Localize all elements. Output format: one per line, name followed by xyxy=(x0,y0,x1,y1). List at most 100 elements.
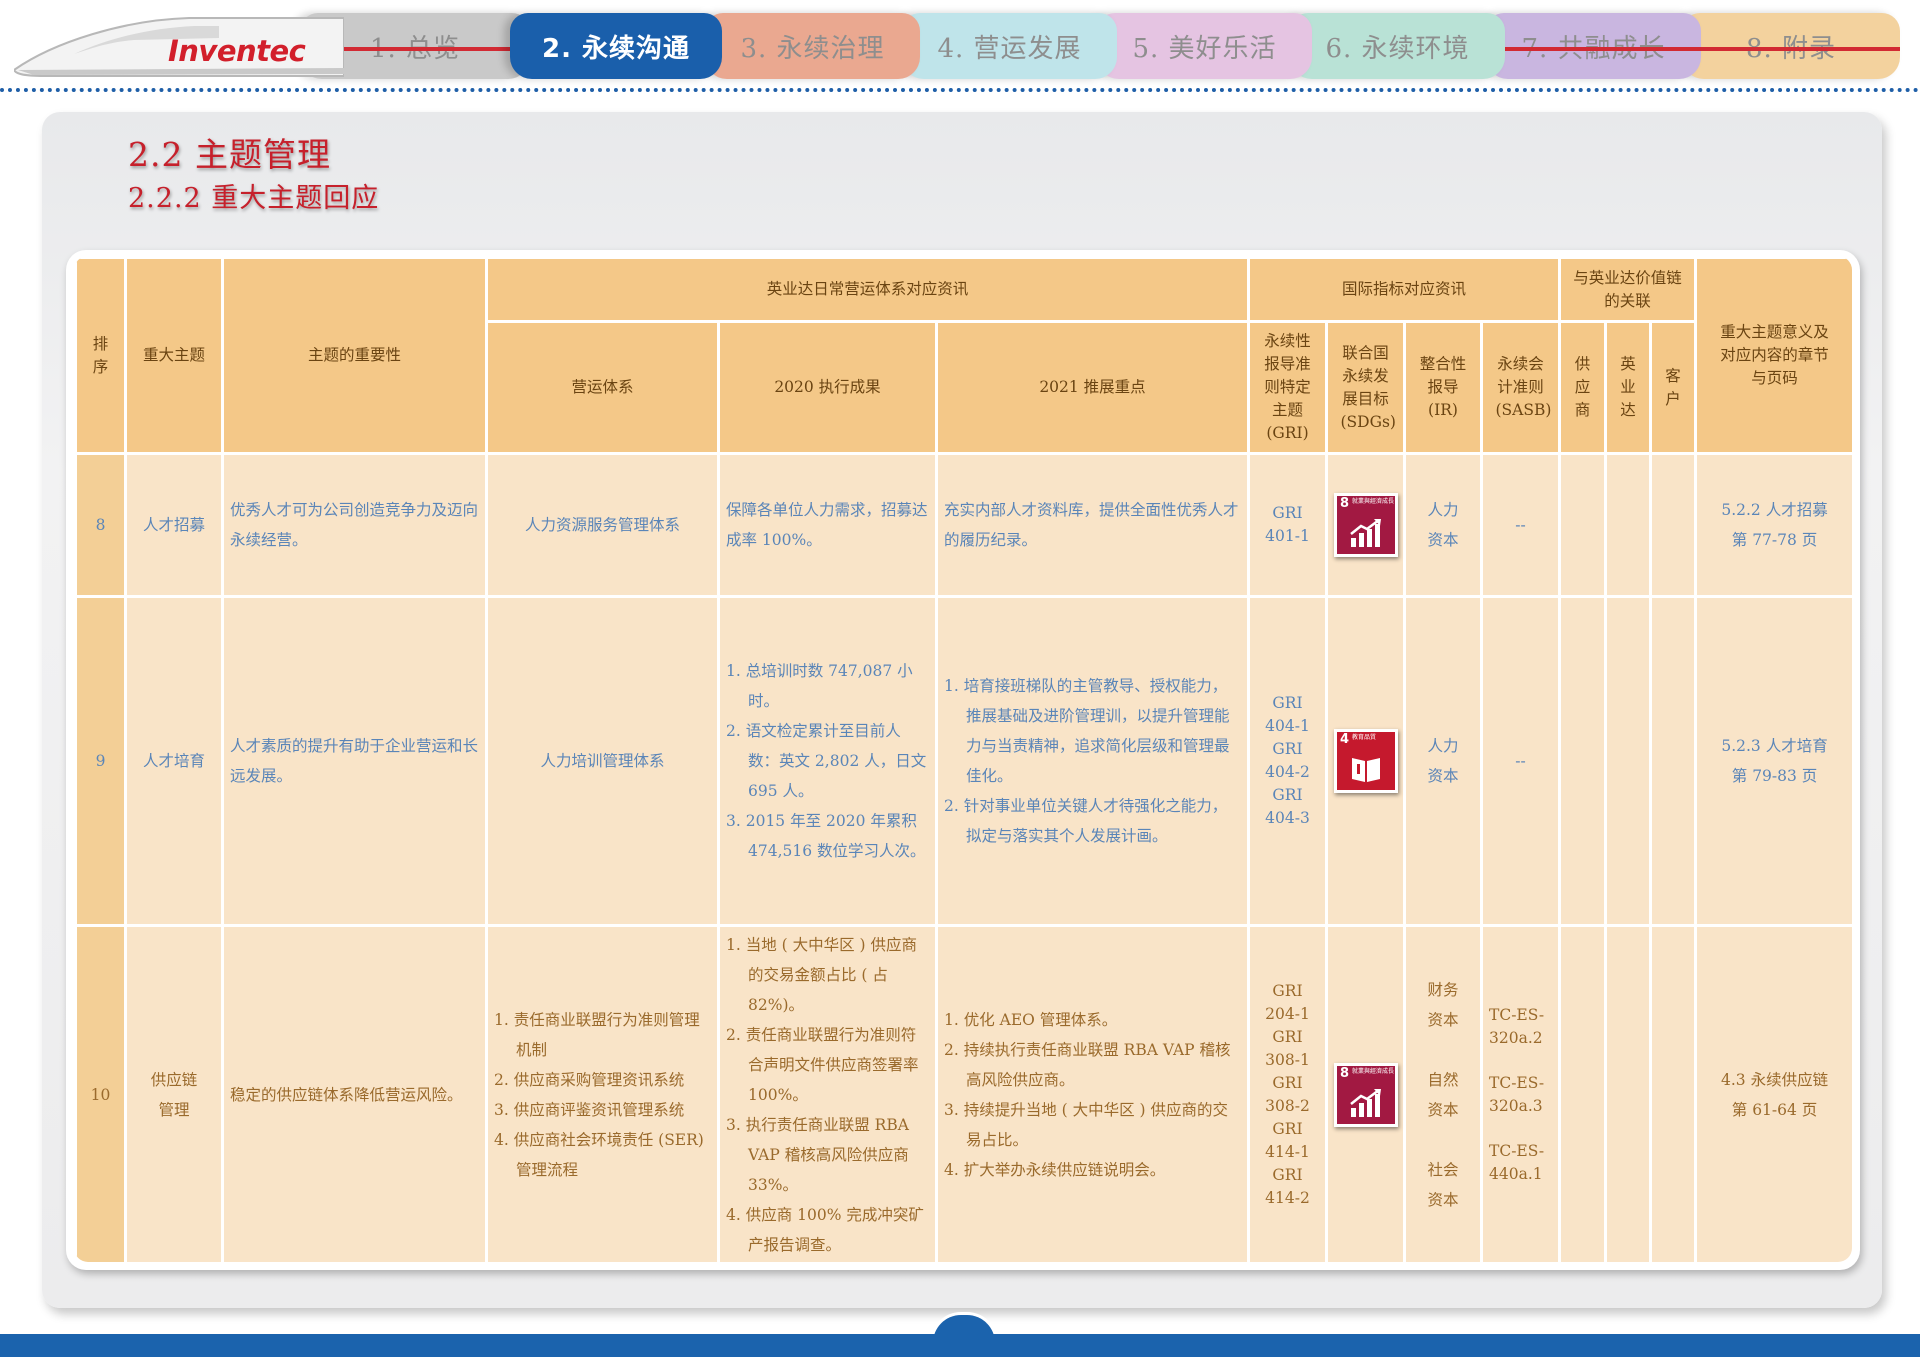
sasb-cell: -- xyxy=(1479,452,1562,598)
results-2020-list: 1. 总培训时数 747,087 小时。 2. 语文检定累计至目前人数：英文 2… xyxy=(726,656,929,866)
header-customer: 客户 xyxy=(1649,320,1698,455)
system-list: 1. 责任商业联盟行为准则管理机制 2. 供应商采购管理资讯系统 3. 供应商评… xyxy=(494,1005,711,1185)
sdg-cell: 8 就業與經濟成長 xyxy=(1325,452,1406,598)
gri-code: 204-1 xyxy=(1265,1004,1310,1023)
header-chapter: 重大主题意义及对应内容的章节与页码 xyxy=(1694,256,1852,455)
sasb-code: 320a.3 xyxy=(1489,1096,1543,1115)
ir-item: 资本 xyxy=(1427,1190,1459,1209)
growth-chart-icon xyxy=(1350,519,1381,547)
chapter-cell: 5.2.2 人才招募 第 77-78 页 xyxy=(1694,452,1852,598)
header-group-international: 国际指标对应资讯 xyxy=(1246,256,1562,323)
header-gri: 永续性报导准则特定主题(GRI) xyxy=(1247,320,1328,455)
material-topics-table: 排序 重大主题 主题的重要性 英业达日常营运体系对应资讯 国际指标对应资讯 与英… xyxy=(74,256,1852,1262)
material-topics-table-wrapper: 排序 重大主题 主题的重要性 英业达日常营运体系对应资讯 国际指标对应资讯 与英… xyxy=(74,256,1852,1262)
dotted-divider xyxy=(0,88,1920,92)
chapter-pages: 第 79-83 页 xyxy=(1731,767,1818,785)
header-operating-system: 营运体系 xyxy=(485,320,720,455)
gri-code: GRI xyxy=(1272,786,1303,804)
sdg-4-badge: 4 教育品質 xyxy=(1334,729,1398,793)
gri-code: 404-3 xyxy=(1265,809,1310,827)
gri-cell: GRI 204-1 GRI 308-1 GRI 308-2 GRI 414-1 … xyxy=(1247,924,1328,1262)
chapter-link[interactable]: 5.2.3 人才培育 xyxy=(1703,731,1846,761)
header-rank: 排序 xyxy=(74,256,127,455)
book-icon xyxy=(1352,758,1380,782)
list-item: 2. 供应商采购管理资讯系统 xyxy=(494,1070,685,1089)
list-item: 2. 针对事业单位关键人才待强化之能力，拟定与落实其个人发展计画。 xyxy=(944,797,1228,845)
table-row: 8 人才招募 优秀人才可为公司创造竞争力及迈向永续经营。 人力资源服务管理体系 … xyxy=(74,452,1852,598)
sdg-title: 就業與經濟成長 xyxy=(1352,498,1395,505)
list-item: 4. 供应商 100% 完成冲突矿产报告调查。 xyxy=(726,1205,924,1254)
sdg-number: 8 xyxy=(1340,496,1350,511)
sasb-cell: TC-ES- 320a.2 TC-ES- 320a.3 TC-ES- 440a.… xyxy=(1479,924,1562,1262)
chapter-link[interactable]: 5.2.2 人才招募 xyxy=(1703,495,1846,525)
tab-sustainable-environment[interactable]: 6. 永续环境 xyxy=(1290,13,1505,79)
ir-item: 资本 xyxy=(1427,1100,1459,1119)
table-row: 9 人才培育 人才素质的提升有助于企业营运和长远发展。 人力培训管理体系 1. … xyxy=(74,595,1852,927)
chapter-link[interactable]: 4.3 永续供应链 xyxy=(1703,1065,1846,1095)
tab-label: 4. 营运发展 xyxy=(937,33,1082,64)
gri-code: GRI xyxy=(1272,694,1303,712)
system-cell: 人力培训管理体系 xyxy=(485,595,720,927)
supplier-cell xyxy=(1558,924,1608,1262)
header-group-operations: 英业达日常营运体系对应资讯 xyxy=(485,256,1250,323)
list-item: 1. 责任商业联盟行为准则管理机制 xyxy=(494,1010,700,1059)
gri-code: GRI xyxy=(1272,1165,1303,1184)
tab-operational-development[interactable]: 4. 营运发展 xyxy=(902,13,1117,79)
sdg-8-badge: 8 就業與經濟成長 xyxy=(1334,493,1398,557)
tab-label: 5. 美好乐活 xyxy=(1132,33,1277,64)
rank-cell: 9 xyxy=(74,595,127,927)
gri-cell: GRI 401-1 xyxy=(1247,452,1328,598)
table-row: 10 供应链 管理 稳定的供应链体系降低营运风险。 1. 责任商业联盟行为准则管… xyxy=(74,924,1852,1262)
section-title: 2.2 主题管理 xyxy=(128,135,331,174)
gri-code: GRI xyxy=(1272,981,1303,1000)
results-2020-list: 1. 当地 ( 大中华区 ) 供应商的交易金额占比 ( 占 82%)。 2. 责… xyxy=(726,930,929,1260)
ir-item: 资本 xyxy=(1427,531,1459,549)
ir-cell: 人力 资本 xyxy=(1403,595,1483,927)
tab-label: 1. 总览 xyxy=(369,33,461,64)
chapter-pages: 第 61-64 页 xyxy=(1731,1100,1818,1119)
header-group-value-chain: 与英业达价值链的关联 xyxy=(1558,256,1698,323)
gri-code: 401-1 xyxy=(1265,527,1310,545)
tab-label: 7. 共融成长 xyxy=(1521,33,1666,64)
inventec-logo[interactable]: Inventec xyxy=(168,34,306,68)
sdg-8-badge: 8 就業與經濟成長 xyxy=(1334,1062,1398,1127)
chapter-pages: 第 77-78 页 xyxy=(1731,531,1818,549)
ir-cell: 财务 资本 自然 资本 社会 资本 xyxy=(1403,924,1483,1262)
sasb-code: 320a.2 xyxy=(1489,1028,1543,1047)
list-item: 3. 供应商评鉴资讯管理系统 xyxy=(494,1100,685,1119)
system-cell: 人力资源服务管理体系 xyxy=(485,452,720,598)
tab-inclusive-growth[interactable]: 7. 共融成长 xyxy=(1486,13,1701,79)
topic-text: 管理 xyxy=(158,1100,190,1119)
gri-code: 414-1 xyxy=(1265,1142,1310,1161)
ir-item: 资本 xyxy=(1427,1010,1459,1029)
tab-sustainability-communication[interactable]: 2. 永续沟通 xyxy=(510,13,722,79)
tab-sustainable-governance[interactable]: 3. 永续治理 xyxy=(705,13,920,79)
rank-cell: 10 xyxy=(74,924,127,1262)
ir-item: 资本 xyxy=(1427,767,1459,785)
gri-code: 308-2 xyxy=(1265,1096,1310,1115)
system-cell: 1. 责任商业联盟行为准则管理机制 2. 供应商采购管理资讯系统 3. 供应商评… xyxy=(485,924,720,1262)
header-inventec: 英业达 xyxy=(1604,320,1653,455)
focus-2021-cell: 1. 优化 AEO 管理体系。 2. 持续执行责任商业联盟 RBA VAP 稽核… xyxy=(935,924,1250,1262)
sdg-cell: 8 就業與經濟成長 xyxy=(1325,924,1406,1262)
sdg-title: 教育品質 xyxy=(1352,734,1377,741)
list-item: 2. 责任商业联盟行为准则符合声明文件供应商签署率 100%。 xyxy=(726,1025,919,1104)
tab-better-living[interactable]: 5. 美好乐活 xyxy=(1097,13,1312,79)
topic-cell: 人才招募 xyxy=(124,452,224,598)
gri-cell: GRI 404-1 GRI 404-2 GRI 404-3 xyxy=(1247,595,1328,927)
gri-code: GRI xyxy=(1272,1073,1303,1092)
gri-code: GRI xyxy=(1272,740,1303,758)
header-topic: 重大主题 xyxy=(124,256,224,455)
sasb-code: TC-ES- xyxy=(1489,1141,1545,1160)
customer-cell xyxy=(1649,924,1698,1262)
tab-appendix[interactable]: 8. 附录 xyxy=(1682,13,1900,79)
list-item: 3. 2015 年至 2020 年累积 474,516 数位学习人次。 xyxy=(726,812,926,860)
subsection-title: 2.2.2 重大主题回应 xyxy=(128,183,380,214)
sasb-code: 440a.1 xyxy=(1489,1164,1543,1183)
importance-cell: 稳定的供应链体系降低营运风险。 xyxy=(221,924,488,1262)
gri-code: 404-2 xyxy=(1265,763,1310,781)
tab-label: 6. 永续环境 xyxy=(1325,33,1470,64)
sasb-code: TC-ES- xyxy=(1489,1073,1545,1092)
importance-cell: 人才素质的提升有助于企业营运和长远发展。 xyxy=(221,595,488,927)
sdg-title: 就業與經濟成長 xyxy=(1352,1067,1395,1075)
